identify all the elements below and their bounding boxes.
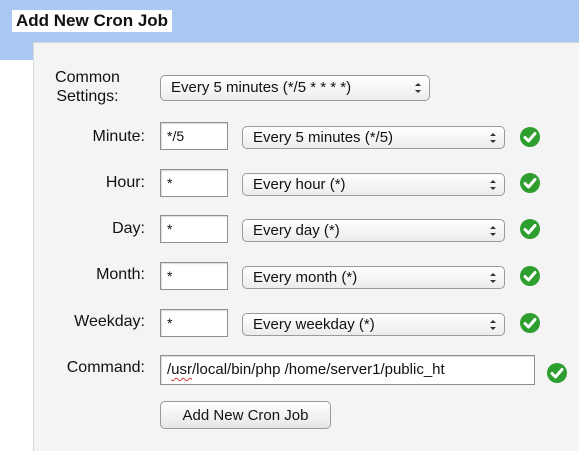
up-down-arrows-icon [490,272,496,283]
command-label: Command: [66,359,145,376]
hour-select-value: Every hour (*) [253,176,346,193]
day-select[interactable]: Every day (*) [242,219,505,242]
day-field-value: * [167,221,173,237]
check-circle-icon [520,266,540,286]
panel-title: Add New Cron Job [12,10,173,32]
up-down-arrows-icon [490,132,496,143]
check-circle-icon [520,313,540,333]
weekday-select[interactable]: Every weekday (*) [242,313,505,336]
hour-field-value: * [167,175,173,191]
day-field[interactable]: * [160,215,228,243]
day-label: Day: [112,220,145,237]
minute-select[interactable]: Every 5 minutes (*/5) [242,126,505,149]
month-field[interactable]: * [160,262,228,290]
weekday-label: Weekday: [74,313,145,330]
up-down-arrows-icon [490,319,496,330]
minute-select-value: Every 5 minutes (*/5) [253,129,394,146]
day-select-value: Every day (*) [253,222,340,239]
month-field-value: * [167,268,173,284]
common-settings-label: Common Settings: [30,68,145,106]
minute-field[interactable]: */5 [160,122,228,150]
month-select[interactable]: Every month (*) [242,266,505,289]
weekday-select-value: Every weekday (*) [253,316,375,333]
common-settings-select[interactable]: Every 5 minutes (*/5 * * * *) [160,75,430,101]
hour-label: Hour: [105,174,145,191]
up-down-arrows-icon [490,225,496,236]
check-circle-icon [547,363,567,383]
up-down-arrows-icon [490,179,496,190]
common-settings-label-text: Common Settings: [55,69,120,105]
minute-field-value: */5 [167,128,185,144]
month-label: Month: [96,266,145,283]
check-circle-icon [520,219,540,239]
command-value-rest: /local/bin/php /home/server1/public_ht [192,361,445,378]
weekday-field-value: * [167,315,173,331]
check-circle-icon [520,127,540,147]
minute-label: Minute: [92,128,145,145]
command-value-misspelled: usr [171,361,193,378]
hour-field[interactable]: * [160,169,228,197]
weekday-field[interactable]: * [160,309,228,337]
add-cron-job-button[interactable]: Add New Cron Job [160,401,331,429]
up-down-arrows-icon [415,83,421,93]
month-select-value: Every month (*) [253,269,358,286]
common-settings-select-value: Every 5 minutes (*/5 * * * *) [171,79,352,96]
hour-select[interactable]: Every hour (*) [242,173,505,196]
check-circle-icon [520,173,540,193]
command-field[interactable]: /usr/local/bin/php /home/server1/public_… [160,355,535,385]
